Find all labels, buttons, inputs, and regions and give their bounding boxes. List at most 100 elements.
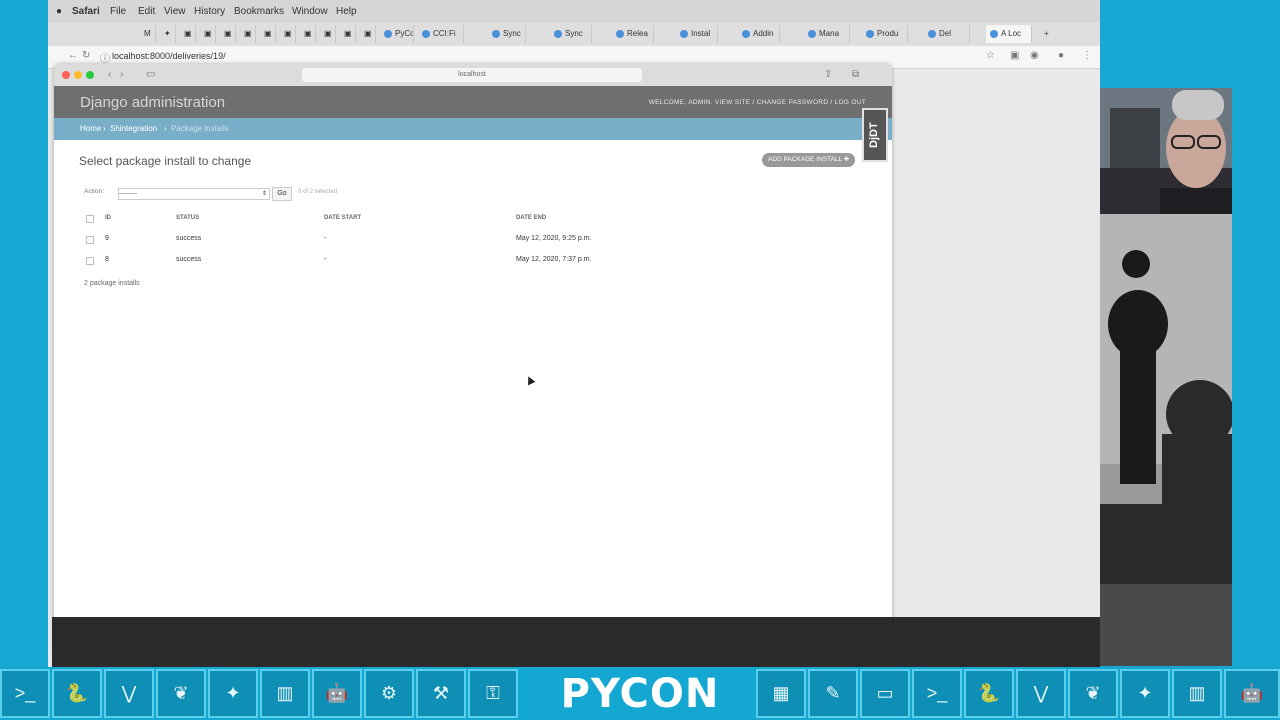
tab-pinned[interactable]: ▣ bbox=[340, 25, 356, 43]
extension-icon[interactable]: ◉ bbox=[1030, 50, 1039, 61]
breadcrumb-app[interactable]: Shintegration bbox=[110, 124, 157, 133]
tab-pinned[interactable]: ▣ bbox=[220, 25, 236, 43]
sidebar-icon[interactable]: ▭ bbox=[146, 69, 155, 80]
desktop-dock-area bbox=[52, 617, 1100, 667]
column-header-id[interactable]: ID bbox=[105, 215, 111, 221]
footer-tile-bridge-icon: ⚿ bbox=[468, 669, 518, 718]
footer-tile-terminal-icon: >_ bbox=[912, 669, 962, 718]
menu-edit[interactable]: Edit bbox=[138, 6, 155, 17]
row-id-link[interactable]: 8 bbox=[105, 256, 109, 263]
pycon-logo: PYCON 2020 bbox=[560, 671, 720, 720]
apple-icon[interactable]: ● bbox=[56, 6, 62, 17]
row-id-link[interactable]: 9 bbox=[105, 235, 109, 242]
row-date-start: - bbox=[324, 235, 327, 242]
info-icon[interactable]: ⓘ bbox=[100, 50, 110, 65]
favicon-icon bbox=[384, 29, 392, 38]
tab-releases[interactable]: Relea bbox=[612, 25, 654, 43]
star-icon[interactable]: ☆ bbox=[986, 50, 995, 61]
share-icon[interactable]: ⇪ bbox=[824, 69, 832, 80]
webcam-feed bbox=[1100, 88, 1232, 214]
tab-cci[interactable]: CCI:Fi bbox=[418, 25, 464, 43]
tab-pinned[interactable]: ▣ bbox=[300, 25, 316, 43]
tab-sync-1[interactable]: Sync bbox=[488, 25, 526, 43]
favicon-icon bbox=[808, 29, 816, 38]
menu-icon[interactable]: ⋮ bbox=[1082, 50, 1092, 61]
action-select[interactable]: --------- ⇕ bbox=[118, 188, 270, 200]
reload-icon[interactable]: ↻ bbox=[82, 50, 90, 61]
site-brand[interactable]: Django administration bbox=[80, 94, 225, 111]
plus-icon: ✚ bbox=[843, 156, 850, 163]
page-title: Select package install to change bbox=[79, 154, 252, 168]
menu-view[interactable]: View bbox=[164, 6, 186, 17]
tab-sync-2[interactable]: Sync bbox=[550, 25, 592, 43]
menu-safari[interactable]: Safari bbox=[72, 6, 100, 17]
tab-pinned[interactable]: ▣ bbox=[280, 25, 296, 43]
go-button[interactable]: Go bbox=[272, 187, 292, 201]
column-header-status[interactable]: STATUS bbox=[176, 215, 199, 221]
github-icon bbox=[742, 29, 750, 38]
close-icon[interactable] bbox=[62, 71, 70, 79]
add-package-install-button[interactable]: ADD PACKAGE INSTALL ✚ bbox=[762, 153, 856, 167]
menu-window[interactable]: Window bbox=[292, 6, 328, 17]
tab-pinned[interactable]: ▣ bbox=[200, 25, 216, 43]
new-tab-button[interactable]: + bbox=[1040, 25, 1054, 43]
tab-pinned[interactable]: ▣ bbox=[260, 25, 276, 43]
row-checkbox[interactable] bbox=[86, 257, 94, 265]
tab-adding[interactable]: Addin bbox=[738, 25, 780, 43]
breadcrumb-home[interactable]: Home bbox=[80, 124, 101, 133]
chrome-tab-strip: M ✦ ▣ ▣ ▣ ▣ ▣ ▣ ▣ ▣ ▣ ▣ PyCo CCI:Fi Sync… bbox=[48, 22, 1100, 46]
row-checkbox[interactable] bbox=[86, 236, 94, 244]
tab-mana[interactable]: Mana bbox=[804, 25, 850, 43]
footer-tile-books-icon: ▥ bbox=[1172, 669, 1222, 718]
zoom-icon[interactable] bbox=[86, 71, 94, 79]
tab-active[interactable]: A Loc bbox=[986, 25, 1032, 43]
tab-pinned[interactable]: ▣ bbox=[240, 25, 256, 43]
avatar[interactable]: ● bbox=[1058, 50, 1064, 61]
footer-tile-robot-icon: 🤖 bbox=[312, 669, 362, 718]
safari-toolbar: ‹ › ▭ localhost ⇪ ⧉ bbox=[54, 64, 892, 87]
chrome-url-field[interactable]: localhost:8000/deliveries/19/ bbox=[112, 51, 226, 61]
menu-bookmarks[interactable]: Bookmarks bbox=[234, 6, 284, 17]
menu-help[interactable]: Help bbox=[336, 6, 357, 17]
footer-tile-star-icon: ✦ bbox=[208, 669, 258, 718]
mac-menubar: ● Safari File Edit View History Bookmark… bbox=[48, 0, 1100, 23]
tab-del[interactable]: Del bbox=[924, 25, 970, 43]
menu-history[interactable]: History bbox=[194, 6, 225, 17]
favicon-icon bbox=[990, 29, 998, 38]
actions-label: Action: bbox=[84, 188, 104, 195]
user-tools[interactable]: WELCOME, ADMIN. VIEW SITE / CHANGE PASSW… bbox=[649, 99, 866, 106]
extension-icon[interactable]: ▣ bbox=[1010, 50, 1019, 61]
tab-pycon[interactable]: PyCo bbox=[380, 25, 414, 43]
breadcrumb-current: Package installs bbox=[171, 124, 229, 133]
tabs-icon[interactable]: ⧉ bbox=[852, 69, 859, 80]
column-header-date-end[interactable]: DATE END bbox=[516, 215, 546, 221]
footer-tile-tools-icon: ⚒ bbox=[416, 669, 466, 718]
favicon-icon bbox=[928, 29, 936, 38]
tab-pinned[interactable]: ▣ bbox=[180, 25, 196, 43]
tab-pinned[interactable]: ▣ bbox=[360, 25, 376, 43]
presenter-video-icon bbox=[1100, 88, 1232, 214]
tab-gmail[interactable]: M bbox=[140, 25, 156, 43]
forward-icon[interactable]: › bbox=[120, 69, 123, 80]
chevron-down-icon: ⇕ bbox=[261, 191, 267, 197]
footer-tile-terminal-icon: >_ bbox=[0, 669, 50, 718]
tab-produ[interactable]: Produ bbox=[862, 25, 908, 43]
minimize-icon[interactable] bbox=[74, 71, 82, 79]
tab-pinned[interactable]: ▣ bbox=[320, 25, 336, 43]
tab-install[interactable]: Instal bbox=[676, 25, 718, 43]
safari-url-field[interactable]: localhost bbox=[302, 68, 642, 82]
footer-tile-star-icon: ✦ bbox=[1120, 669, 1170, 718]
footer-tile-snake-icon: 🐍 bbox=[964, 669, 1014, 718]
debug-toolbar-handle[interactable]: DjDT bbox=[862, 108, 888, 162]
select-all-checkbox[interactable] bbox=[86, 215, 94, 223]
column-header-date-start[interactable]: DATE START bbox=[324, 215, 361, 221]
room-video-icon bbox=[1100, 214, 1232, 666]
presenter-screen: ● Safari File Edit View History Bookmark… bbox=[48, 0, 1100, 667]
back-icon[interactable]: ‹ bbox=[108, 69, 111, 80]
pycon-footer: >_ 🐍 ⋁ ❦ ✦ ▥ 🤖 ⚙ ⚒ ⚿ PYCON 2020 ▦ ✎ ▭ >_… bbox=[0, 667, 1280, 720]
tab-twitter[interactable]: ✦ bbox=[160, 25, 176, 43]
footer-tile-v-icon: ⋁ bbox=[104, 669, 154, 718]
back-icon[interactable]: ← bbox=[68, 50, 78, 61]
breadcrumb-separator: › bbox=[164, 124, 167, 133]
menu-file[interactable]: File bbox=[110, 6, 126, 17]
